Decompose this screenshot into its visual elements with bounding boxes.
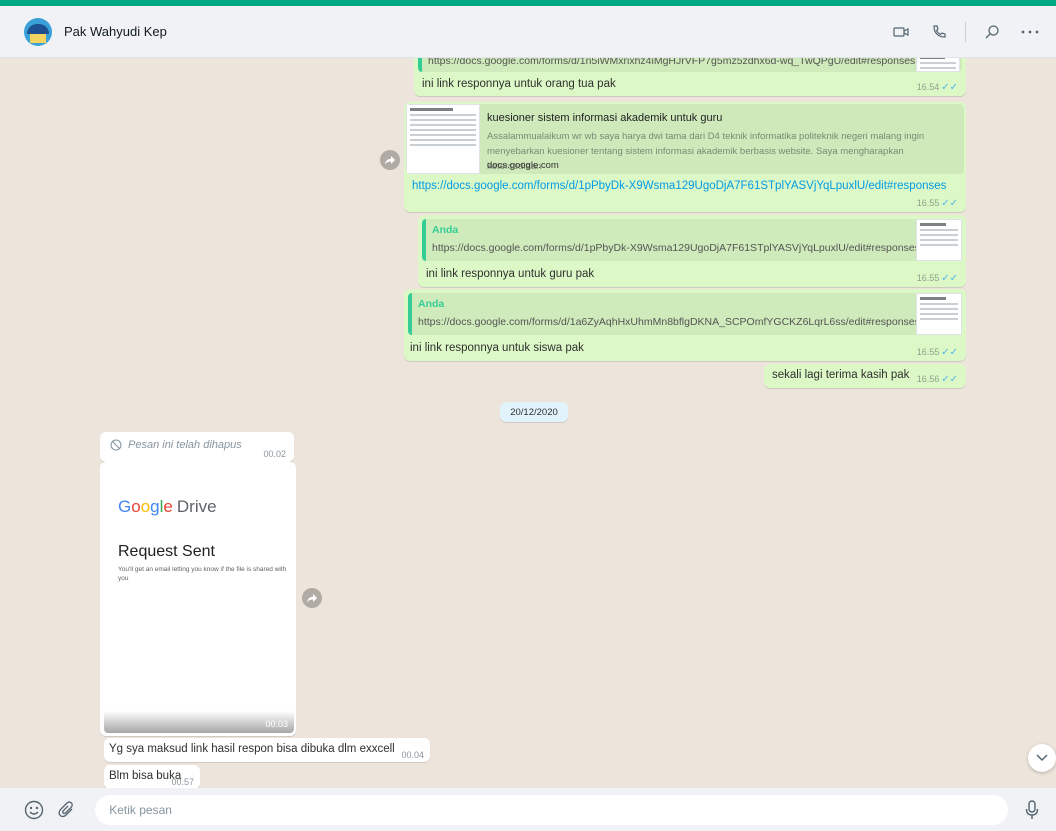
read-ticks-icon: ✓✓ [941, 273, 958, 284]
video-call-icon[interactable] [889, 20, 913, 44]
chevron-down-icon [1036, 754, 1048, 762]
message-time: 16.54 ✓✓ [916, 82, 958, 93]
menu-icon[interactable] [1018, 20, 1042, 44]
message-bubble[interactable]: Yg sya maksud link hasil respon bisa dib… [104, 738, 430, 762]
message-bubble[interactable]: Anda https://docs.google.com/forms/d/1a6… [404, 289, 966, 361]
link-preview[interactable]: kuesioner sistem informasi akademik untu… [406, 104, 964, 174]
preview-thumbnail [406, 104, 480, 174]
message-bubble[interactable]: Pesan ini telah dihapus 00.02 [100, 432, 294, 462]
scroll-down-button[interactable] [1028, 744, 1056, 772]
deleted-icon [110, 439, 122, 454]
message-bubble[interactable]: Blm bisa buka 00.57 [104, 765, 200, 788]
read-ticks-icon: ✓✓ [941, 198, 958, 209]
image-preview[interactable]: Google Drive Request Sent You'll get an e… [104, 465, 294, 733]
quoted-url: https://docs.google.com/forms/d/1a6ZyAqh… [418, 316, 920, 328]
message-time: 00.04 [401, 750, 424, 760]
preview-host: docs.google.com [487, 160, 559, 171]
header-divider [965, 21, 966, 42]
attach-icon[interactable] [56, 798, 80, 822]
message-bubble[interactable]: sekali lagi terima kasih pak 16.56 ✓✓ [764, 364, 966, 388]
message-time: 16.55 ✓✓ [916, 273, 958, 284]
microphone-icon[interactable] [1020, 798, 1044, 822]
message-input[interactable] [95, 794, 1009, 825]
preview-title: kuesioner sistem informasi akademik untu… [487, 112, 723, 124]
read-ticks-icon: ✓✓ [941, 374, 958, 385]
message-time: 00.03 [265, 719, 288, 729]
google-drive-logo: Google Drive [118, 497, 217, 516]
forward-icon[interactable] [302, 588, 322, 608]
chat-header: Pak Wahyudi Kep [0, 6, 1056, 58]
message-bubble[interactable]: https://docs.google.com/forms/d/1n5iWMxr… [414, 58, 966, 96]
document-thumbnail [916, 293, 962, 335]
document-thumbnail [916, 219, 962, 261]
read-ticks-icon: ✓✓ [941, 347, 958, 358]
contact-name[interactable]: Pak Wahyudi Kep [64, 24, 889, 39]
message-bubble[interactable]: Anda https://docs.google.com/forms/d/1pP… [418, 215, 966, 287]
deleted-message-text: Pesan ini telah dihapus [128, 439, 242, 451]
date-divider: 20/12/2020 [500, 402, 568, 422]
quoted-url: https://docs.google.com/forms/d/1pPbyDk-… [432, 242, 920, 254]
message-time: 16.56 ✓✓ [916, 374, 958, 385]
avatar[interactable] [24, 17, 52, 46]
message-text: sekali lagi terima kasih pak [772, 369, 910, 381]
message-text: Yg sya maksud link hasil respon bisa dib… [109, 743, 395, 755]
quoted-author: Anda [432, 224, 459, 236]
message-time: 00.02 [263, 449, 286, 459]
image-body-text: You'll get an email letting you know if … [118, 566, 287, 582]
message-time: 16.55 ✓✓ [916, 198, 958, 209]
quoted-message[interactable]: https://docs.google.com/forms/d/1n5iWMxr… [418, 58, 962, 72]
message-text: ini link responnya untuk guru pak [426, 268, 595, 280]
composer-bar [0, 788, 1056, 831]
voice-call-icon[interactable] [927, 20, 951, 44]
message-time: 16.55 ✓✓ [916, 347, 958, 358]
message-time: 00.57 [171, 777, 194, 787]
emoji-icon[interactable] [22, 798, 46, 822]
search-icon[interactable] [980, 20, 1004, 44]
forward-icon[interactable] [380, 150, 400, 170]
message-text: Blm bisa buka [109, 770, 182, 782]
read-ticks-icon: ✓✓ [941, 82, 958, 93]
message-text: ini link responnya untuk orang tua pak [422, 78, 616, 90]
quoted-url: https://docs.google.com/forms/d/1n5iWMxr… [428, 58, 916, 67]
quoted-author: Anda [418, 298, 445, 310]
message-text: ini link responnya untuk siswa pak [410, 342, 584, 354]
message-link[interactable]: https://docs.google.com/forms/d/1pPbyDk-… [412, 180, 946, 192]
quoted-message[interactable]: Anda https://docs.google.com/forms/d/1pP… [422, 219, 962, 261]
document-thumbnail [916, 58, 960, 72]
chat-panel[interactable]: https://docs.google.com/forms/d/1n5iWMxr… [0, 58, 1056, 788]
quoted-message[interactable]: Anda https://docs.google.com/forms/d/1a6… [408, 293, 962, 335]
message-bubble[interactable]: kuesioner sistem informasi akademik untu… [404, 102, 966, 212]
image-heading: Request Sent [118, 543, 215, 560]
